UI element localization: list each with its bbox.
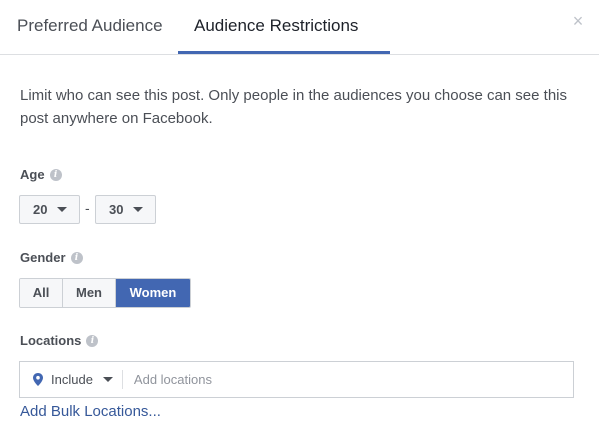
info-icon[interactable]: i bbox=[70, 251, 83, 264]
gender-all-button[interactable]: All bbox=[20, 279, 63, 307]
age-max-value: 30 bbox=[109, 202, 124, 217]
locations-label: Locations bbox=[20, 333, 82, 348]
gender-label-row: Gender i bbox=[20, 250, 83, 265]
age-label: Age bbox=[20, 167, 45, 182]
locations-field: Include bbox=[19, 361, 574, 398]
info-icon[interactable]: i bbox=[49, 168, 62, 181]
chevron-down-icon bbox=[102, 377, 113, 382]
gender-label: Gender bbox=[20, 250, 66, 265]
description-text: Limit who can see this post. Only people… bbox=[20, 87, 567, 127]
tab-preferred-audience[interactable]: Preferred Audience bbox=[17, 0, 163, 54]
age-separator: - bbox=[85, 200, 90, 216]
locations-input[interactable] bbox=[131, 371, 536, 388]
tab-bar: Preferred Audience Audience Restrictions… bbox=[0, 0, 599, 55]
gender-men-button[interactable]: Men bbox=[63, 279, 116, 307]
info-icon[interactable]: i bbox=[86, 334, 99, 347]
gender-women-button[interactable]: Women bbox=[116, 279, 190, 307]
age-label-row: Age i bbox=[20, 167, 62, 182]
chevron-down-icon bbox=[133, 207, 144, 212]
locations-label-row: Locations i bbox=[20, 333, 99, 348]
tab-audience-restrictions[interactable]: Audience Restrictions bbox=[194, 0, 358, 54]
add-bulk-locations-link[interactable]: Add Bulk Locations... bbox=[20, 403, 161, 420]
active-tab-indicator bbox=[178, 51, 390, 54]
age-max-select[interactable]: 30 bbox=[95, 195, 156, 224]
age-min-select[interactable]: 20 bbox=[19, 195, 80, 224]
close-icon[interactable]: × bbox=[571, 12, 585, 30]
age-min-value: 20 bbox=[33, 202, 48, 217]
include-label: Include bbox=[51, 372, 93, 387]
include-dropdown[interactable]: Include bbox=[20, 370, 123, 389]
chevron-down-icon bbox=[57, 207, 68, 212]
location-pin-icon bbox=[33, 373, 43, 386]
gender-segmented-control: All Men Women bbox=[19, 278, 191, 308]
